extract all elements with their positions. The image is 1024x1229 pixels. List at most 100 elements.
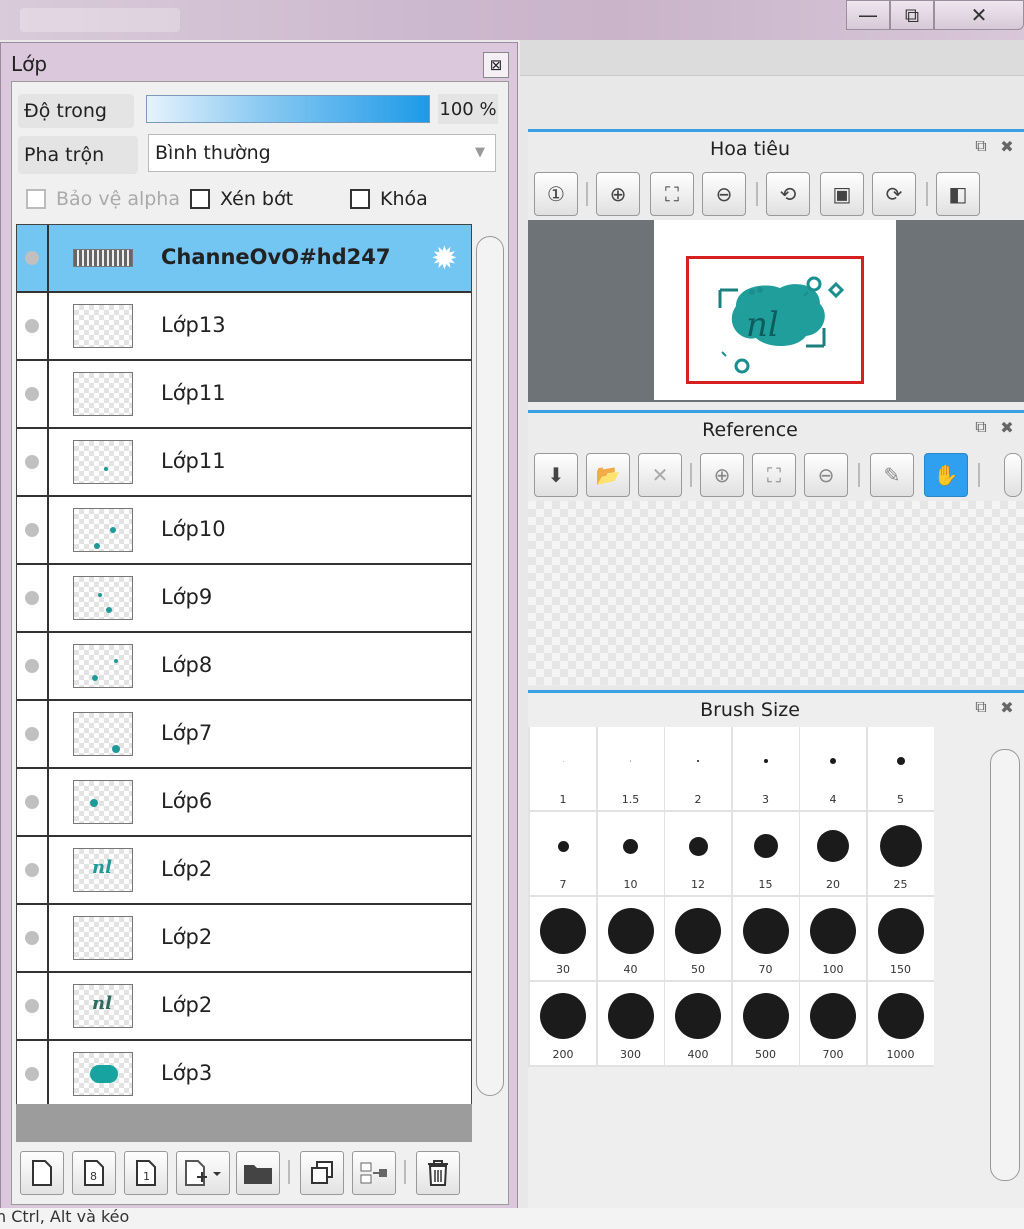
brush-size-scrollbar[interactable] xyxy=(988,739,1022,1189)
brush-size-option[interactable]: 500 xyxy=(732,982,799,1065)
lock-checkbox[interactable]: Khóa xyxy=(350,188,428,210)
brush-size-option[interactable]: 300 xyxy=(597,982,664,1065)
new-8bit-layer-button[interactable]: 8 xyxy=(72,1151,116,1195)
brush-size-option[interactable]: 1000 xyxy=(867,982,934,1065)
restore-button[interactable]: ⧉ xyxy=(890,0,934,30)
brush-size-option[interactable]: 15 xyxy=(732,812,799,895)
scrollbar-thumb[interactable] xyxy=(476,236,504,1096)
visibility-toggle[interactable] xyxy=(17,497,49,563)
rotate-left-button[interactable]: ⟲ xyxy=(766,172,810,216)
visibility-toggle[interactable] xyxy=(17,565,49,631)
fit-view-button[interactable]: ⛶ xyxy=(650,172,694,216)
brush-size-option[interactable]: 12 xyxy=(665,812,731,895)
undock-icon[interactable]: ⧉ xyxy=(970,696,992,718)
opacity-slider[interactable] xyxy=(146,95,430,123)
zoom-out-button[interactable]: ⊖ xyxy=(804,453,848,497)
add-layer-menu-button[interactable] xyxy=(176,1151,230,1195)
blend-mode-select[interactable]: Bình thường ▼ xyxy=(148,134,496,172)
merge-down-button[interactable] xyxy=(352,1151,396,1195)
layer-row[interactable]: Lớp10 xyxy=(17,497,471,565)
layer-row[interactable]: Lớp11 xyxy=(17,429,471,497)
layer-list-scrollbar[interactable] xyxy=(474,224,504,1104)
brush-size-option[interactable]: 4 xyxy=(800,727,866,810)
brush-size-option[interactable]: 3 xyxy=(732,727,799,810)
zoom-in-button[interactable]: ⊕ xyxy=(700,453,744,497)
layer-panel-title: Lớp xyxy=(11,52,48,76)
brush-size-option[interactable]: 40 xyxy=(597,897,664,980)
visibility-toggle[interactable] xyxy=(17,1041,49,1107)
close-reference-button[interactable]: ✕ xyxy=(638,453,682,497)
layer-row[interactable]: Lớp2 xyxy=(17,905,471,973)
brush-size-option[interactable]: 1 xyxy=(530,727,596,810)
minimize-button[interactable]: — xyxy=(846,0,890,30)
reference-view[interactable] xyxy=(528,501,1024,685)
brush-size-option[interactable]: 1.5 xyxy=(597,727,664,810)
brush-size-option[interactable]: 400 xyxy=(665,982,731,1065)
zoom-out-button[interactable]: ⊖ xyxy=(702,172,746,216)
brush-size-option[interactable]: 20 xyxy=(800,812,866,895)
new-folder-button[interactable] xyxy=(236,1151,280,1195)
layer-row[interactable]: Lớp13 xyxy=(17,293,471,361)
brush-size-option[interactable]: 5 xyxy=(867,727,934,810)
layer-row[interactable]: nl Lớp2 xyxy=(17,973,471,1041)
brush-size-option[interactable]: 25 xyxy=(867,812,934,895)
hand-tool-button[interactable]: ✋ xyxy=(924,453,968,497)
brush-size-option[interactable]: 700 xyxy=(800,982,866,1065)
brush-size-option[interactable]: 2 xyxy=(665,727,731,810)
visibility-toggle[interactable] xyxy=(17,973,49,1039)
new-1bit-layer-button[interactable]: 1 xyxy=(124,1151,168,1195)
eyedropper-button[interactable]: ✎ xyxy=(870,453,914,497)
brush-size-option[interactable]: 70 xyxy=(732,897,799,980)
layer-row[interactable]: Lớp11 xyxy=(17,361,471,429)
zoom-out-icon: ⊖ xyxy=(817,463,835,487)
load-reference-button[interactable]: ⬇ xyxy=(534,453,578,497)
zoom-in-button[interactable]: ⊕ xyxy=(596,172,640,216)
brush-size-option[interactable]: 150 xyxy=(867,897,934,980)
navigator-view[interactable]: nl xyxy=(528,220,1024,402)
visibility-toggle[interactable] xyxy=(17,769,49,835)
zoom-reset-button[interactable]: ① xyxy=(534,172,578,216)
visibility-toggle[interactable] xyxy=(17,361,49,427)
layer-row[interactable]: Lớp9 xyxy=(17,565,471,633)
new-layer-button[interactable] xyxy=(20,1151,64,1195)
layer-row[interactable]: ChanneOvO#hd247 ✹ xyxy=(17,225,471,293)
visibility-toggle[interactable] xyxy=(17,429,49,495)
delete-layer-button[interactable] xyxy=(416,1151,460,1195)
layer-row[interactable]: nl Lớp2 xyxy=(17,837,471,905)
layer-row[interactable]: Lớp7 xyxy=(17,701,471,769)
visibility-toggle[interactable] xyxy=(17,837,49,903)
layer-row[interactable]: Lớp3 xyxy=(17,1041,471,1109)
brush-size-option[interactable]: 30 xyxy=(530,897,596,980)
layer-panel-close-button[interactable]: ⊠ xyxy=(483,52,509,78)
close-icon[interactable]: ✖ xyxy=(996,696,1018,718)
brush-size-option[interactable]: 200 xyxy=(530,982,596,1065)
close-window-button[interactable]: ✕ xyxy=(934,0,1024,30)
clipping-checkbox[interactable]: Xén bớt xyxy=(190,188,293,210)
layer-settings-gear-icon[interactable]: ✹ xyxy=(431,241,458,275)
close-icon[interactable]: ✖ xyxy=(996,135,1018,157)
open-folder-button[interactable]: 📂 xyxy=(586,453,630,497)
fit-view-button[interactable]: ⛶ xyxy=(752,453,796,497)
layer-row[interactable]: Lớp6 xyxy=(17,769,471,837)
viewport-indicator[interactable] xyxy=(686,256,864,384)
scrollbar-thumb[interactable] xyxy=(990,749,1020,1181)
brush-size-option[interactable]: 7 xyxy=(530,812,596,895)
visibility-toggle[interactable] xyxy=(17,225,49,291)
duplicate-layer-button[interactable] xyxy=(300,1151,344,1195)
flip-horizontal-button[interactable]: ◧ xyxy=(936,172,980,216)
undock-icon[interactable]: ⧉ xyxy=(970,416,992,438)
brush-size-option[interactable]: 50 xyxy=(665,897,731,980)
protect-alpha-checkbox[interactable]: Bảo vệ alpha xyxy=(26,188,180,210)
reference-toolbar-scroll[interactable] xyxy=(1004,453,1022,497)
visibility-toggle[interactable] xyxy=(17,701,49,767)
visibility-toggle[interactable] xyxy=(17,905,49,971)
reset-rotation-button[interactable]: ▣ xyxy=(820,172,864,216)
undock-icon[interactable]: ⧉ xyxy=(970,135,992,157)
close-icon[interactable]: ✖ xyxy=(996,416,1018,438)
rotate-right-button[interactable]: ⟳ xyxy=(872,172,916,216)
visibility-toggle[interactable] xyxy=(17,633,49,699)
visibility-toggle[interactable] xyxy=(17,293,49,359)
brush-size-option[interactable]: 100 xyxy=(800,897,866,980)
brush-size-option[interactable]: 10 xyxy=(597,812,664,895)
layer-row[interactable]: Lớp8 xyxy=(17,633,471,701)
